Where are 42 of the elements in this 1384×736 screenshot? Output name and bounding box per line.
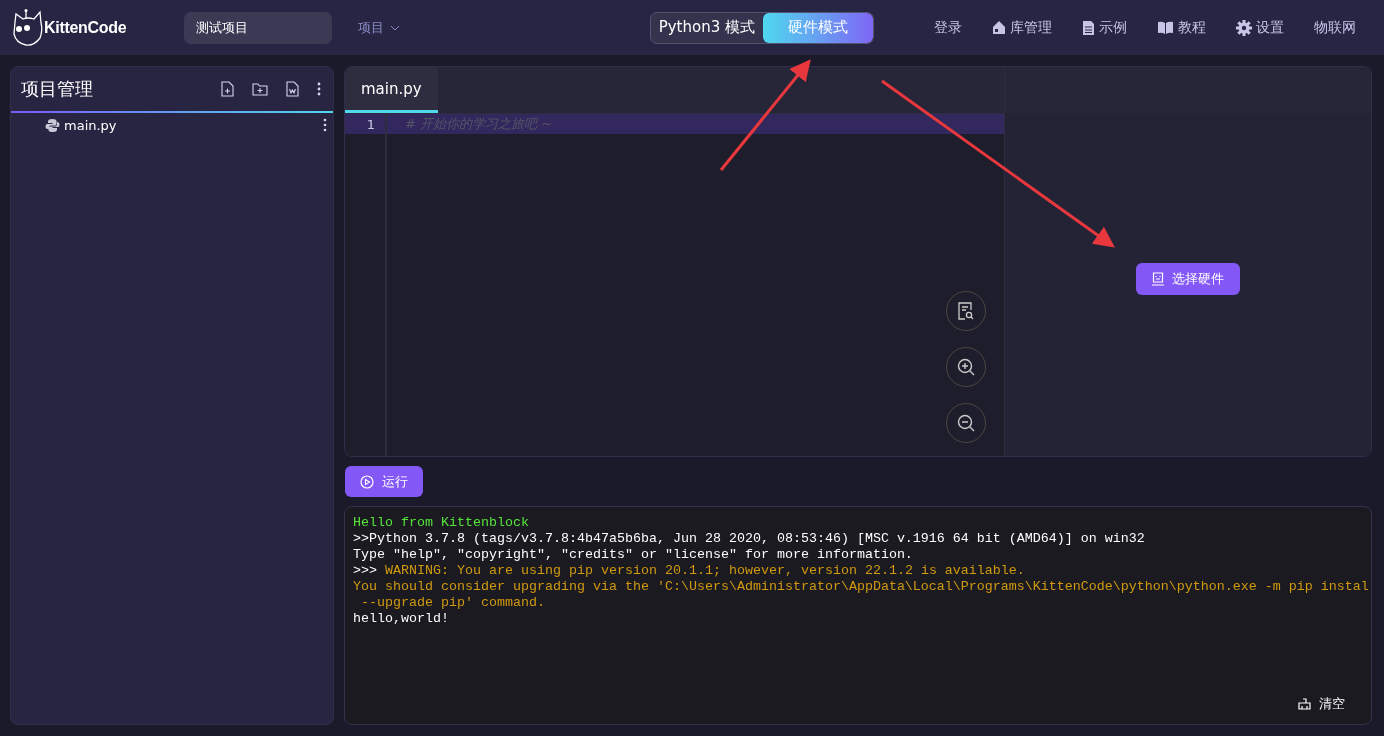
cat-logo-icon (12, 7, 44, 48)
select-hardware-button[interactable]: 选择硬件 (1136, 263, 1240, 295)
play-icon (360, 474, 374, 489)
new-file-icon[interactable] (219, 79, 236, 99)
gear-icon (1236, 19, 1252, 36)
project-menu[interactable]: 项目 (352, 17, 406, 38)
nav-link[interactable]: 物联网 (1314, 18, 1356, 37)
chevron-down-icon (390, 24, 400, 31)
zoom-out-icon (957, 414, 975, 432)
zoom-in-icon (957, 358, 975, 376)
file-item[interactable]: main.py (64, 117, 323, 133)
nav-link[interactable]: 登录 (934, 18, 962, 37)
mode-tab[interactable]: Python3 模式 (650, 12, 763, 43)
console-line: >>> WARNING: You are using pip version 20.1.1; however, version 22.1.2 is available. (353, 563, 1026, 579)
file-tab[interactable]: main.py (345, 67, 438, 113)
console-line: >>Python 3.7.8 (tags/v3.7.8:4b47a5b6ba, Jun 28 2020, 08:53:46) [MSC v.1916 64 bit (AMD64)] on win32 (353, 531, 1146, 547)
console-line: Hello from Kittenblock (353, 515, 530, 531)
nav-link[interactable]: 教程 (1157, 18, 1206, 37)
book-icon (1157, 20, 1174, 35)
run-button[interactable]: 运行 (345, 466, 423, 497)
console-line: Type "help", "copyright", "credits" or "license" for more information. (353, 547, 914, 563)
project-name-field[interactable]: 测试项目 (184, 11, 332, 44)
house-icon (992, 20, 1006, 35)
console-line: hello,world! (353, 611, 450, 627)
nav-link[interactable]: 设置 (1236, 18, 1284, 37)
search-document-icon (958, 302, 974, 320)
app-logo-text: KittenCode (44, 18, 127, 37)
clear-button[interactable]: 清空 (1292, 694, 1351, 714)
panel-title: 项目管理 (21, 77, 94, 101)
nav-link[interactable]: 库管理 (992, 18, 1052, 37)
more-icon[interactable] (315, 80, 323, 98)
broom-icon (1298, 698, 1311, 710)
line-number: 1 (365, 116, 375, 132)
console-line: You should consider upgrading via the 'C:\Users\Administrator\AppData\Local\Programs\KittenCode\python\python.exe -m pip instal (353, 579, 1370, 595)
board-icon (1152, 272, 1164, 286)
new-folder-icon[interactable] (250, 80, 270, 98)
document-icon (1082, 19, 1095, 36)
more-icon[interactable] (323, 118, 327, 132)
python-file-icon (45, 117, 60, 133)
nav-link[interactable]: 示例 (1082, 18, 1127, 37)
word-file-icon[interactable] (284, 79, 301, 99)
console-line: --upgrade pip' command. (360, 595, 546, 611)
